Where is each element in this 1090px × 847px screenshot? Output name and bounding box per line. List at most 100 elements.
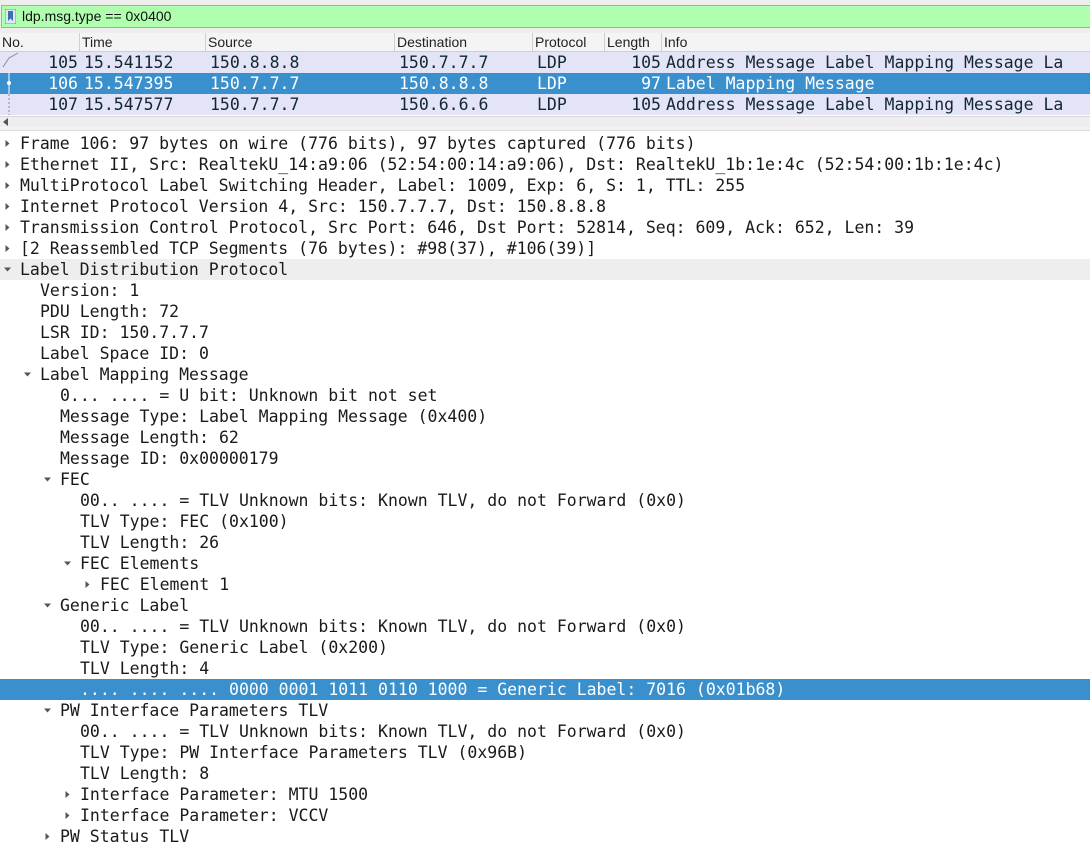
detail-tree-item[interactable]: 00.. .... = TLV Unknown bits: Known TLV,…	[0, 616, 1090, 637]
expand-arrow-icon[interactable]	[63, 790, 72, 799]
packet-info: Label Mapping Message	[666, 74, 875, 93]
detail-tree-item[interactable]: Label Space ID: 0	[0, 343, 1090, 364]
detail-tree-label: PW Interface Parameters TLV	[60, 701, 329, 720]
detail-tree-item[interactable]: 0... .... = U bit: Unknown bit not set	[0, 385, 1090, 406]
detail-tree-label: FEC Elements	[80, 554, 200, 573]
detail-tree-item[interactable]: FEC Elements	[0, 553, 1090, 574]
detail-tree-item[interactable]: Transmission Control Protocol, Src Port:…	[0, 217, 1090, 238]
detail-tree-label: [2 Reassembled TCP Segments (76 bytes): …	[20, 239, 597, 258]
detail-tree-label: Frame 106: 97 bytes on wire (776 bits), …	[20, 134, 696, 153]
detail-tree-item[interactable]: Version: 1	[0, 280, 1090, 301]
expand-arrow-icon[interactable]	[3, 202, 12, 211]
packet-list-horizontal-scrollbar[interactable]	[0, 116, 1090, 127]
packet-length: 105	[631, 95, 661, 114]
detail-tree-item[interactable]: Message Type: Label Mapping Message (0x4…	[0, 406, 1090, 427]
detail-tree-item[interactable]: MultiProtocol Label Switching Header, La…	[0, 175, 1090, 196]
column-header-no[interactable]: No.	[0, 33, 80, 52]
collapse-arrow-icon[interactable]	[43, 475, 52, 484]
related-packet-indicator-icon	[2, 52, 19, 115]
packet-destination: 150.7.7.7	[399, 53, 489, 72]
detail-tree-label: TLV Length: 8	[80, 764, 210, 783]
detail-tree-label: Message Type: Label Mapping Message (0x4…	[60, 407, 488, 426]
column-header-time[interactable]: Time	[80, 33, 206, 52]
detail-tree-item[interactable]: Label Mapping Message	[0, 364, 1090, 385]
packet-details-tree: Frame 106: 97 bytes on wire (776 bits), …	[0, 131, 1090, 847]
expand-arrow-icon[interactable]	[3, 160, 12, 169]
scroll-left-arrow-icon[interactable]	[2, 118, 10, 126]
detail-tree-item[interactable]: Generic Label	[0, 595, 1090, 616]
column-header-info[interactable]: Info	[662, 33, 1090, 52]
detail-tree-label: TLV Type: PW Interface Parameters TLV (0…	[80, 743, 528, 762]
detail-tree-item[interactable]: Message Length: 62	[0, 427, 1090, 448]
expand-arrow-icon[interactable]	[3, 139, 12, 148]
detail-tree-item[interactable]: PDU Length: 72	[0, 301, 1090, 322]
detail-tree-item[interactable]: TLV Length: 8	[0, 763, 1090, 784]
packet-source: 150.8.8.8	[210, 53, 300, 72]
collapse-arrow-icon[interactable]	[63, 559, 72, 568]
expand-arrow-icon[interactable]	[43, 832, 52, 841]
collapse-arrow-icon[interactable]	[23, 370, 32, 379]
detail-tree-item[interactable]: Ethernet II, Src: RealtekU_14:a9:06 (52:…	[0, 154, 1090, 175]
detail-tree-item[interactable]: PW Interface Parameters TLV	[0, 700, 1090, 721]
display-filter-input[interactable]: ldp.msg.type == 0x0400	[1, 5, 1090, 28]
detail-tree-item[interactable]: [2 Reassembled TCP Segments (76 bytes): …	[0, 238, 1090, 259]
expand-arrow-icon[interactable]	[3, 244, 12, 253]
column-header-destination[interactable]: Destination	[395, 33, 533, 52]
detail-tree-item[interactable]: Interface Parameter: VCCV	[0, 805, 1090, 826]
detail-tree-item[interactable]: TLV Length: 26	[0, 532, 1090, 553]
collapse-arrow-icon[interactable]	[43, 601, 52, 610]
detail-tree-item[interactable]: Message ID: 0x00000179	[0, 448, 1090, 469]
detail-tree-label: LSR ID: 150.7.7.7	[40, 323, 209, 342]
display-filter-text[interactable]: ldp.msg.type == 0x0400	[22, 8, 171, 25]
detail-tree-item[interactable]: TLV Length: 4	[0, 658, 1090, 679]
detail-tree-item[interactable]: LSR ID: 150.7.7.7	[0, 322, 1090, 343]
packet-destination: 150.6.6.6	[399, 95, 489, 114]
detail-tree-item[interactable]: Interface Parameter: MTU 1500	[0, 784, 1090, 805]
expand-arrow-icon[interactable]	[83, 580, 92, 589]
packet-time: 15.547395	[84, 74, 174, 93]
packet-destination: 150.8.8.8	[399, 74, 489, 93]
detail-tree-label: PDU Length: 72	[40, 302, 180, 321]
detail-tree-item[interactable]: 00.. .... = TLV Unknown bits: Known TLV,…	[0, 490, 1090, 511]
column-header-protocol[interactable]: Protocol	[533, 33, 605, 52]
collapse-arrow-icon[interactable]	[3, 265, 12, 274]
detail-tree-item[interactable]: TLV Type: FEC (0x100)	[0, 511, 1090, 532]
packet-list-header: No. Time Source Destination Protocol Len…	[0, 33, 1090, 52]
detail-tree-label: PW Status TLV	[60, 827, 190, 846]
detail-tree-item[interactable]: TLV Type: PW Interface Parameters TLV (0…	[0, 742, 1090, 763]
detail-tree-label: MultiProtocol Label Switching Header, La…	[20, 176, 746, 195]
detail-tree-item[interactable]: Label Distribution Protocol	[0, 259, 1090, 280]
column-header-source[interactable]: Source	[206, 33, 395, 52]
column-header-length[interactable]: Length	[605, 33, 662, 52]
packet-row[interactable]: 105 15.541152 150.8.8.8 150.7.7.7 LDP 105 Addr…	[0, 52, 1090, 73]
detail-tree-label: TLV Length: 4	[80, 659, 210, 678]
packet-row[interactable]: 106 15.547395 150.7.7.7 150.8.8.8 LDP 97 Label…	[0, 73, 1090, 94]
detail-tree-item[interactable]: FEC Element 1	[0, 574, 1090, 595]
packet-length: 97	[641, 74, 661, 93]
collapse-arrow-icon[interactable]	[43, 706, 52, 715]
expand-arrow-icon[interactable]	[63, 811, 72, 820]
detail-tree-item[interactable]: 00.. .... = TLV Unknown bits: Known TLV,…	[0, 721, 1090, 742]
detail-tree-item[interactable]: Frame 106: 97 bytes on wire (776 bits), …	[0, 133, 1090, 154]
detail-tree-label: 00.. .... = TLV Unknown bits: Known TLV,…	[80, 722, 686, 741]
packet-protocol: LDP	[537, 74, 567, 93]
packet-row[interactable]: 107 15.547577 150.7.7.7 150.6.6.6 LDP 105 Addr…	[0, 94, 1090, 115]
detail-tree-item[interactable]: TLV Type: Generic Label (0x200)	[0, 637, 1090, 658]
expand-arrow-icon[interactable]	[3, 181, 12, 190]
detail-tree-label: .... .... .... 0000 0001 1011 0110 1000 …	[80, 680, 786, 699]
detail-tree-label: Transmission Control Protocol, Src Port:…	[20, 218, 915, 237]
detail-tree-label: FEC	[60, 470, 90, 489]
detail-tree-item[interactable]: .... .... .... 0000 0001 1011 0110 1000 …	[0, 679, 1090, 700]
detail-tree-item[interactable]: FEC	[0, 469, 1090, 490]
detail-tree-label: Internet Protocol Version 4, Src: 150.7.…	[20, 197, 607, 216]
packet-length: 105	[631, 53, 661, 72]
detail-tree-label: Label Mapping Message	[40, 365, 249, 384]
bookmark-icon[interactable]	[5, 9, 16, 24]
expand-arrow-icon[interactable]	[3, 223, 12, 232]
detail-tree-label: Label Distribution Protocol	[20, 260, 289, 279]
detail-tree-label: Generic Label	[60, 596, 190, 615]
detail-tree-label: Ethernet II, Src: RealtekU_14:a9:06 (52:…	[20, 155, 1004, 174]
detail-tree-item[interactable]: Internet Protocol Version 4, Src: 150.7.…	[0, 196, 1090, 217]
detail-tree-label: FEC Element 1	[100, 575, 230, 594]
detail-tree-item[interactable]: PW Status TLV	[0, 826, 1090, 847]
